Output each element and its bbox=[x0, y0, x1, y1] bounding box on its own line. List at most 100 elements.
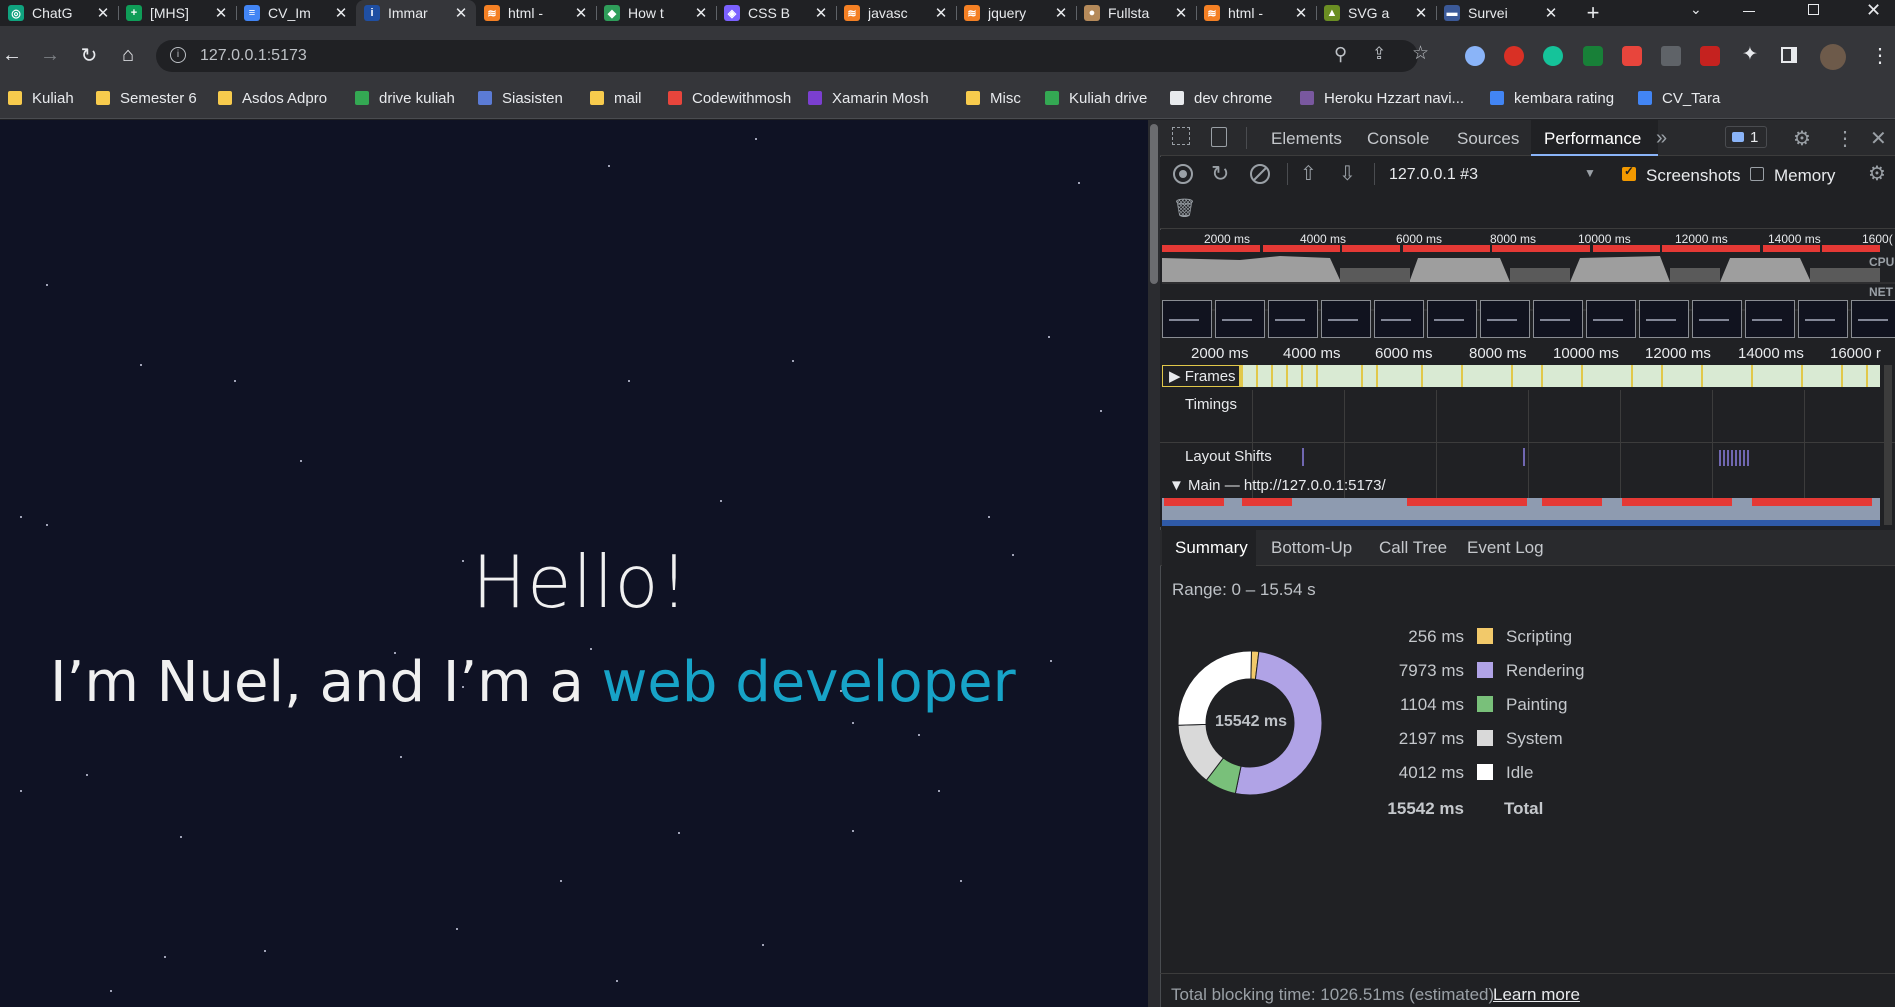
screenshot-thumbnail[interactable] bbox=[1798, 300, 1848, 338]
bookmark-item[interactable]: mail bbox=[590, 88, 642, 108]
extensions-puzzle-icon[interactable]: ✦ bbox=[1742, 43, 1758, 66]
screenshots-label[interactable]: Screenshots bbox=[1646, 166, 1741, 186]
browser-tab[interactable]: ▲ SVG a ✕ bbox=[1316, 0, 1436, 26]
more-tabs-icon[interactable]: » bbox=[1656, 127, 1667, 150]
extension-hand-icon[interactable] bbox=[1504, 46, 1524, 66]
browser-tab[interactable]: ≋ html - ✕ bbox=[476, 0, 596, 26]
extension-record-icon[interactable] bbox=[1622, 46, 1642, 66]
bookmark-item[interactable]: Xamarin Mosh bbox=[808, 88, 929, 108]
screenshots-checkbox[interactable]: ✓ bbox=[1622, 164, 1636, 181]
devtools-kebab-icon[interactable]: ⋮ bbox=[1835, 126, 1855, 151]
tab-close-icon[interactable]: ✕ bbox=[1052, 4, 1070, 22]
bookmark-item[interactable]: Asdos Adpro bbox=[218, 88, 327, 108]
tab-close-icon[interactable]: ✕ bbox=[692, 4, 710, 22]
browser-tab[interactable]: ◎ ChatG ✕ bbox=[0, 0, 118, 26]
back-icon[interactable]: ← bbox=[0, 43, 24, 67]
screenshot-thumbnail[interactable] bbox=[1427, 300, 1477, 338]
clear-icon[interactable] bbox=[1250, 164, 1270, 184]
browser-tab[interactable]: ≋ jquery ✕ bbox=[956, 0, 1076, 26]
screenshot-thumbnail[interactable] bbox=[1851, 300, 1895, 338]
tab-event-log[interactable]: Event Log bbox=[1467, 538, 1544, 558]
bookmark-item[interactable]: Kuliah bbox=[8, 88, 74, 108]
tab-close-icon[interactable]: ✕ bbox=[1292, 4, 1310, 22]
screenshot-thumbnail[interactable] bbox=[1215, 300, 1265, 338]
browser-tab[interactable]: ≋ javasc ✕ bbox=[836, 0, 956, 26]
settings-gear-icon[interactable]: ⚙ bbox=[1793, 126, 1811, 151]
tab-call-tree[interactable]: Call Tree bbox=[1379, 538, 1447, 558]
browser-tab[interactable]: ◆ How t ✕ bbox=[596, 0, 716, 26]
home-icon[interactable]: ⌂ bbox=[116, 43, 140, 67]
minimize-icon[interactable] bbox=[1743, 11, 1755, 12]
frames-track-label[interactable]: ▶ Frames bbox=[1169, 367, 1236, 385]
screenshot-thumbnail[interactable] bbox=[1639, 300, 1689, 338]
site-info-icon[interactable]: i bbox=[170, 47, 186, 63]
screenshot-thumbnail[interactable] bbox=[1586, 300, 1636, 338]
forward-icon[interactable]: → bbox=[38, 43, 62, 67]
tab-close-icon[interactable]: ✕ bbox=[1412, 4, 1430, 22]
screenshot-thumbnail[interactable] bbox=[1745, 300, 1795, 338]
screenshot-thumbnail[interactable] bbox=[1533, 300, 1583, 338]
tab-sources[interactable]: Sources bbox=[1457, 129, 1519, 149]
bookmark-item[interactable]: dev chrome bbox=[1170, 88, 1272, 108]
tab-close-icon[interactable]: ✕ bbox=[932, 4, 950, 22]
bookmark-item[interactable]: Codewithmosh bbox=[668, 88, 791, 108]
bookmark-item[interactable]: drive kuliah bbox=[355, 88, 455, 108]
tab-elements[interactable]: Elements bbox=[1271, 129, 1342, 149]
bookmark-item[interactable]: Semester 6 bbox=[96, 88, 197, 108]
upload-icon[interactable]: ⇧ bbox=[1300, 161, 1317, 186]
browser-tab[interactable]: ≡ CV_Im ✕ bbox=[236, 0, 356, 26]
restore-icon[interactable] bbox=[1808, 4, 1819, 15]
browser-tab[interactable]: ● Fullsta ✕ bbox=[1076, 0, 1196, 26]
reload-icon[interactable]: ↻ bbox=[77, 43, 101, 67]
flame-scrollbar[interactable] bbox=[1884, 365, 1892, 525]
zoom-icon[interactable]: ⚲ bbox=[1334, 44, 1347, 65]
screenshot-thumbnail[interactable] bbox=[1321, 300, 1371, 338]
extension-red-icon[interactable] bbox=[1700, 46, 1720, 66]
download-icon[interactable]: ⇩ bbox=[1339, 161, 1356, 186]
address-text[interactable]: 127.0.0.1:5173 bbox=[200, 47, 307, 65]
device-toolbar-icon[interactable] bbox=[1211, 127, 1227, 147]
browser-tab[interactable]: ▬ Survei ✕ bbox=[1436, 0, 1566, 26]
bookmark-item[interactable]: Siasisten bbox=[478, 88, 563, 108]
address-bar[interactable] bbox=[156, 40, 1418, 72]
tab-close-icon[interactable]: ✕ bbox=[1542, 4, 1560, 22]
new-tab-button[interactable]: + bbox=[1580, 0, 1606, 26]
page-scroll-thumb[interactable] bbox=[1150, 124, 1158, 284]
tab-console[interactable]: Console bbox=[1367, 129, 1429, 149]
screenshot-thumbnail[interactable] bbox=[1268, 300, 1318, 338]
menu-kebab-icon[interactable]: ⋮ bbox=[1870, 43, 1890, 68]
tab-close-icon[interactable]: ✕ bbox=[812, 4, 830, 22]
tab-summary[interactable]: Summary bbox=[1175, 538, 1248, 558]
browser-tab[interactable]: ◈ CSS B ✕ bbox=[716, 0, 836, 26]
timings-track-label[interactable]: Timings bbox=[1185, 396, 1237, 413]
screenshot-thumbnail[interactable] bbox=[1162, 300, 1212, 338]
screenshot-thumbnail[interactable] bbox=[1374, 300, 1424, 338]
record-icon[interactable] bbox=[1173, 164, 1193, 184]
bookmark-item[interactable]: Kuliah drive bbox=[1045, 88, 1147, 108]
extension-green-icon[interactable] bbox=[1583, 46, 1603, 66]
bookmark-item[interactable]: CV_Tara bbox=[1638, 88, 1720, 108]
share-icon[interactable]: ⇪ bbox=[1372, 44, 1386, 64]
reload-record-icon[interactable]: ↻ bbox=[1211, 161, 1229, 187]
tab-close-icon[interactable]: ✕ bbox=[94, 4, 112, 22]
memory-label[interactable]: Memory bbox=[1774, 166, 1835, 186]
recording-select[interactable]: 127.0.0.1 #3 bbox=[1389, 166, 1478, 184]
screenshot-thumbnail[interactable] bbox=[1692, 300, 1742, 338]
bookmark-item[interactable]: Misc bbox=[966, 88, 1021, 108]
bookmark-item[interactable]: kembara rating bbox=[1490, 88, 1614, 108]
main-track-label[interactable]: ▼ Main — http://127.0.0.1:5173/ bbox=[1169, 477, 1386, 494]
tab-search-icon[interactable]: ⌄ bbox=[1690, 1, 1702, 18]
side-panel-icon[interactable] bbox=[1781, 47, 1797, 63]
tab-close-icon[interactable]: ✕ bbox=[332, 4, 350, 22]
learn-more-link[interactable]: Learn more bbox=[1493, 985, 1580, 1005]
recording-dropdown-icon[interactable]: ▼ bbox=[1584, 166, 1596, 180]
tab-close-icon[interactable]: ✕ bbox=[212, 4, 230, 22]
issues-badge[interactable]: 1 bbox=[1725, 126, 1767, 148]
browser-tab[interactable]: i Immar ✕ bbox=[356, 0, 476, 26]
tab-performance[interactable]: Performance bbox=[1544, 129, 1641, 149]
extension-globe-icon[interactable] bbox=[1465, 46, 1485, 66]
screenshot-thumbnail[interactable] bbox=[1480, 300, 1530, 338]
tab-close-icon[interactable]: ✕ bbox=[452, 4, 470, 22]
bookmark-item[interactable]: Heroku Hzzart navi... bbox=[1300, 88, 1464, 108]
tab-bottom-up[interactable]: Bottom-Up bbox=[1271, 538, 1352, 558]
